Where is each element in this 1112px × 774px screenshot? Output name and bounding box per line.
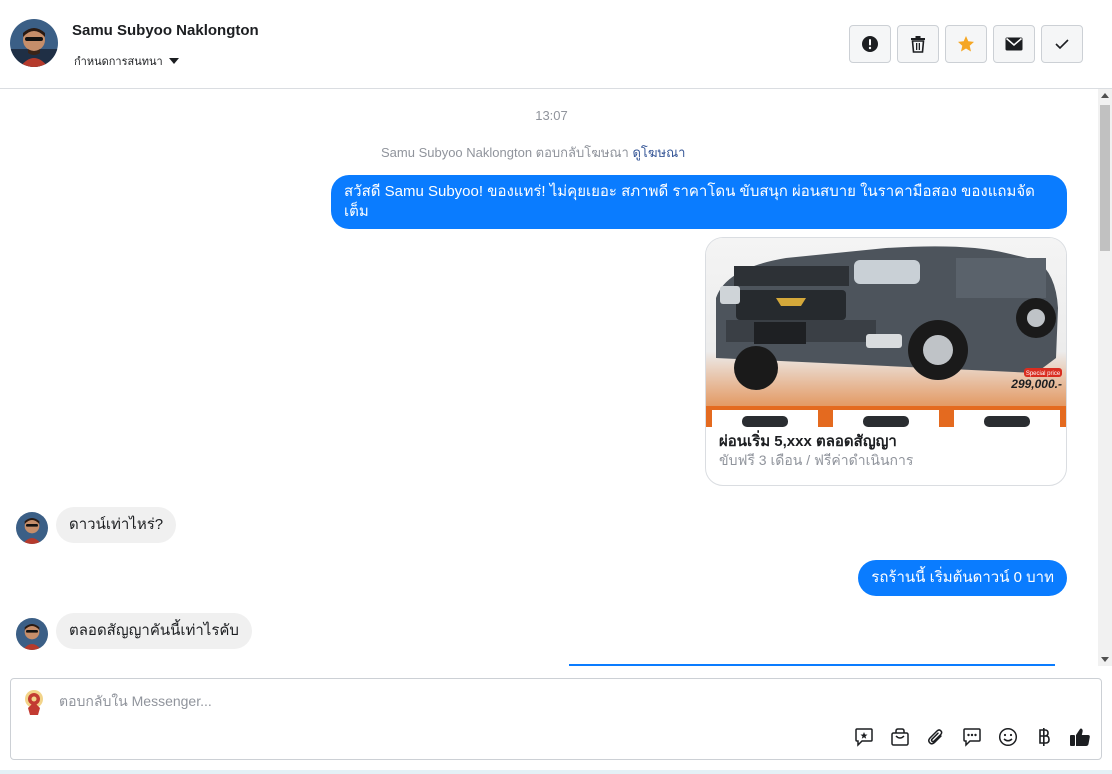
delete-button[interactable] [897, 25, 939, 63]
trash-icon [911, 36, 925, 53]
star-button[interactable] [945, 25, 987, 63]
like-button[interactable] [1069, 726, 1091, 748]
attach-button[interactable] [925, 726, 947, 748]
outgoing-message: สวัสดี Samu Subyoo! ของแทร่! ไม่คุยเยอะ … [331, 175, 1067, 229]
mark-done-button[interactable] [1041, 25, 1083, 63]
quick-reply-button[interactable] [961, 726, 983, 748]
contact-avatar-small [16, 512, 48, 544]
outgoing-message: รถร้านนี้ เริ่มต้นดาวน์ 0 บาท [858, 560, 1067, 596]
envelope-icon [1005, 37, 1023, 51]
price-tag: 299,000.- [1010, 377, 1062, 391]
page-avatar [20, 688, 48, 716]
shop-bag-icon [891, 728, 909, 746]
attach-icon [928, 729, 943, 745]
assign-conversation-dropdown[interactable]: กำหนดการสนทนา [74, 52, 179, 70]
contact-avatar-small [16, 618, 48, 650]
star-icon [958, 36, 974, 52]
caret-down-icon [168, 58, 179, 64]
car-photo: Special price 299,000.- [706, 238, 1066, 427]
bottom-strip [0, 770, 1112, 774]
thread-scrollbar[interactable] [1098, 89, 1112, 666]
scroll-up-arrow-icon[interactable] [1101, 93, 1109, 98]
contact-name[interactable]: Samu Subyoo Naklongton [72, 22, 259, 39]
assign-conversation-label: กำหนดการสนทนา [74, 56, 163, 68]
ad-card-subtitle: ขับฟรี 3 เดือน / ฟรีค่าดำเนินการ [719, 452, 914, 468]
emoji-button[interactable] [997, 726, 1019, 748]
quick-reply-icon [963, 728, 981, 747]
contact-avatar[interactable] [10, 19, 58, 67]
mark-unread-button[interactable] [993, 25, 1035, 63]
incoming-message: ดาวน์เท่าไหร่? [56, 507, 177, 543]
message-composer [10, 678, 1102, 760]
reply-input[interactable] [59, 693, 759, 709]
check-icon [1055, 39, 1069, 50]
conversation-header: Samu Subyoo Naklongton กำหนดการสนทนา [0, 0, 1112, 89]
ad-reply-note-text: Samu Subyoo Naklongton ตอบกลับโฆษณา [381, 145, 629, 160]
like-icon [1070, 728, 1090, 746]
scroll-down-arrow-icon[interactable] [1101, 657, 1109, 662]
view-ad-link[interactable]: ดูโฆษณา [632, 145, 685, 160]
baht-icon [1039, 728, 1050, 746]
message-thread: 13:07 Samu Subyoo Naklongton ตอบกลับโฆษณ… [0, 89, 1098, 666]
payment-button[interactable] [1033, 726, 1055, 748]
mark-spam-button[interactable] [849, 25, 891, 63]
partial-message-edge [569, 664, 1055, 666]
header-actions [849, 25, 1083, 63]
ad-reply-note: Samu Subyoo Naklongton ตอบกลับโฆษณา ดูโฆ… [381, 142, 685, 163]
saved-reply-icon [855, 728, 873, 747]
scrollbar-thumb[interactable] [1100, 105, 1110, 251]
composer-tools [853, 726, 1091, 748]
alert-icon [862, 36, 878, 52]
emoji-icon [998, 727, 1018, 747]
shop-button[interactable] [889, 726, 911, 748]
incoming-message: ตลอดสัญญาคันนี้เท่าไรคับ [56, 613, 252, 649]
ad-card[interactable]: Special price 299,000.- ผ่อนเริ่ม 5,xxx … [705, 237, 1067, 486]
saved-reply-button[interactable] [853, 726, 875, 748]
timestamp: 13:07 [535, 108, 568, 123]
